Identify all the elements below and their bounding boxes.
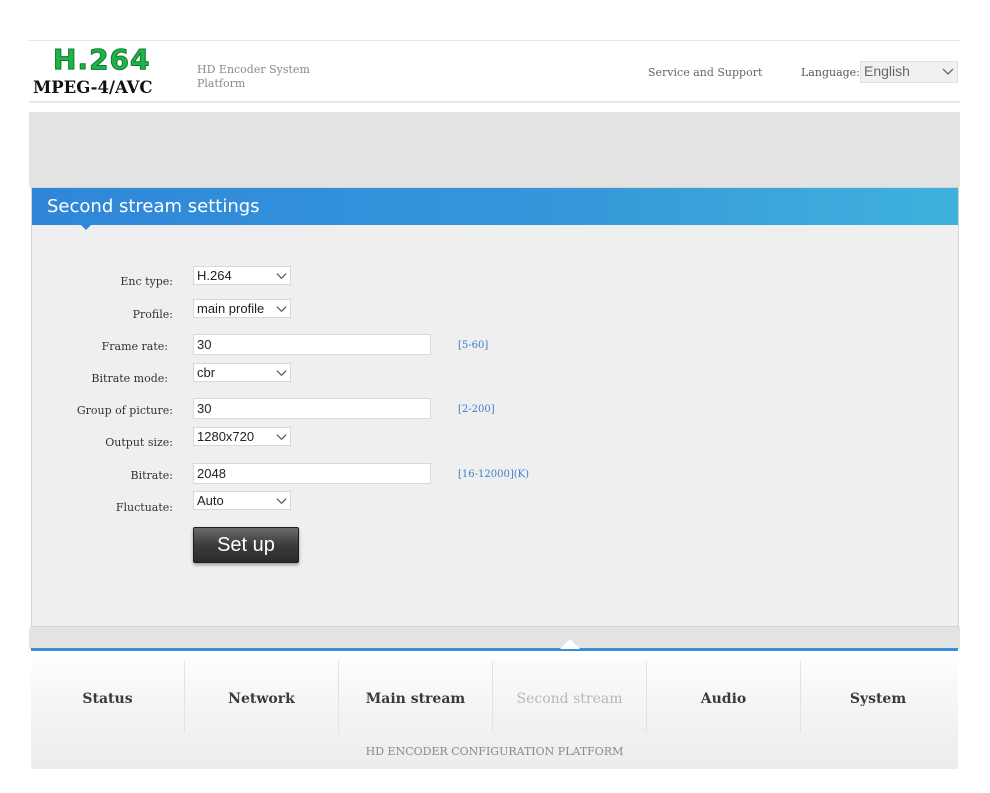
enc-type-select[interactable]: H.264 <box>193 266 291 285</box>
profile-label: Profile: <box>132 308 173 321</box>
profile-value: main profile <box>197 301 265 316</box>
language-value: English <box>864 63 910 79</box>
panel-notch <box>80 224 92 230</box>
chevron-down-icon <box>276 434 287 441</box>
frame-rate-hint: [5-60] <box>458 340 489 351</box>
chevron-down-icon <box>276 498 287 505</box>
bitrate-label: Bitrate: <box>130 469 173 482</box>
setup-button[interactable]: Set up <box>193 527 299 563</box>
logo: H.264 MPEG-4/AVC <box>33 43 173 99</box>
bitrate-mode-select[interactable]: cbr <box>193 363 291 382</box>
bitrate-input[interactable]: 2048 <box>193 463 431 484</box>
enc-type-label: Enc type: <box>120 275 173 288</box>
footer-text: HD ENCODER CONFIGURATION PLATFORM <box>365 745 624 758</box>
gop-hint: [2-200] <box>458 404 495 415</box>
chevron-down-icon <box>276 370 287 377</box>
enc-type-value: H.264 <box>197 268 232 283</box>
language-label: Language: <box>801 66 860 79</box>
bitrate-hint: [16-12000](K) <box>458 469 529 480</box>
chevron-down-icon <box>942 68 954 75</box>
header-band <box>29 112 960 187</box>
chevron-down-icon <box>276 273 287 280</box>
system-title: HD Encoder System Platform <box>197 63 310 90</box>
language-select[interactable]: English <box>860 61 958 83</box>
bitrate-mode-value: cbr <box>197 365 216 380</box>
panel-title: Second stream settings <box>47 196 260 217</box>
frame-rate-input[interactable]: 30 <box>193 334 431 355</box>
nav-status[interactable]: Status <box>31 661 185 733</box>
gop-label: Group of picture: <box>76 404 173 417</box>
output-size-value: 1280x720 <box>197 429 255 444</box>
panel-header: Second stream settings <box>32 188 958 225</box>
bitrate-mode-label: Bitrate mode: <box>91 372 168 385</box>
output-size-label: Output size: <box>105 436 173 449</box>
nav-network[interactable]: Network <box>185 661 339 733</box>
nav-active-pointer <box>560 639 580 649</box>
header: H.264 MPEG-4/AVC HD Encoder System Platf… <box>29 40 960 103</box>
lower-band <box>29 627 960 649</box>
frame-rate-label: Frame rate: <box>101 340 168 353</box>
nav-system[interactable]: System <box>801 661 955 733</box>
fluctuate-value: Auto <box>197 493 224 508</box>
fluctuate-label: Fluctuate: <box>115 501 173 514</box>
logo-bottom-text: MPEG-4/AVC <box>33 78 153 97</box>
nav-main-stream[interactable]: Main stream <box>339 661 493 733</box>
service-support-link[interactable]: Service and Support <box>648 66 762 79</box>
settings-panel: Second stream settings Enc type: H.264 P… <box>31 187 959 627</box>
bottom-nav: Status Network Main stream Second stream… <box>31 651 958 769</box>
chevron-down-icon <box>276 306 287 313</box>
fluctuate-select[interactable]: Auto <box>193 491 291 510</box>
nav-second-stream[interactable]: Second stream <box>493 661 647 733</box>
logo-top-text: H.264 <box>53 43 151 77</box>
profile-select[interactable]: main profile <box>193 299 291 318</box>
app-frame: H.264 MPEG-4/AVC HD Encoder System Platf… <box>29 40 960 769</box>
nav-audio[interactable]: Audio <box>647 661 801 733</box>
output-size-select[interactable]: 1280x720 <box>193 427 291 446</box>
gop-input[interactable]: 30 <box>193 398 431 419</box>
